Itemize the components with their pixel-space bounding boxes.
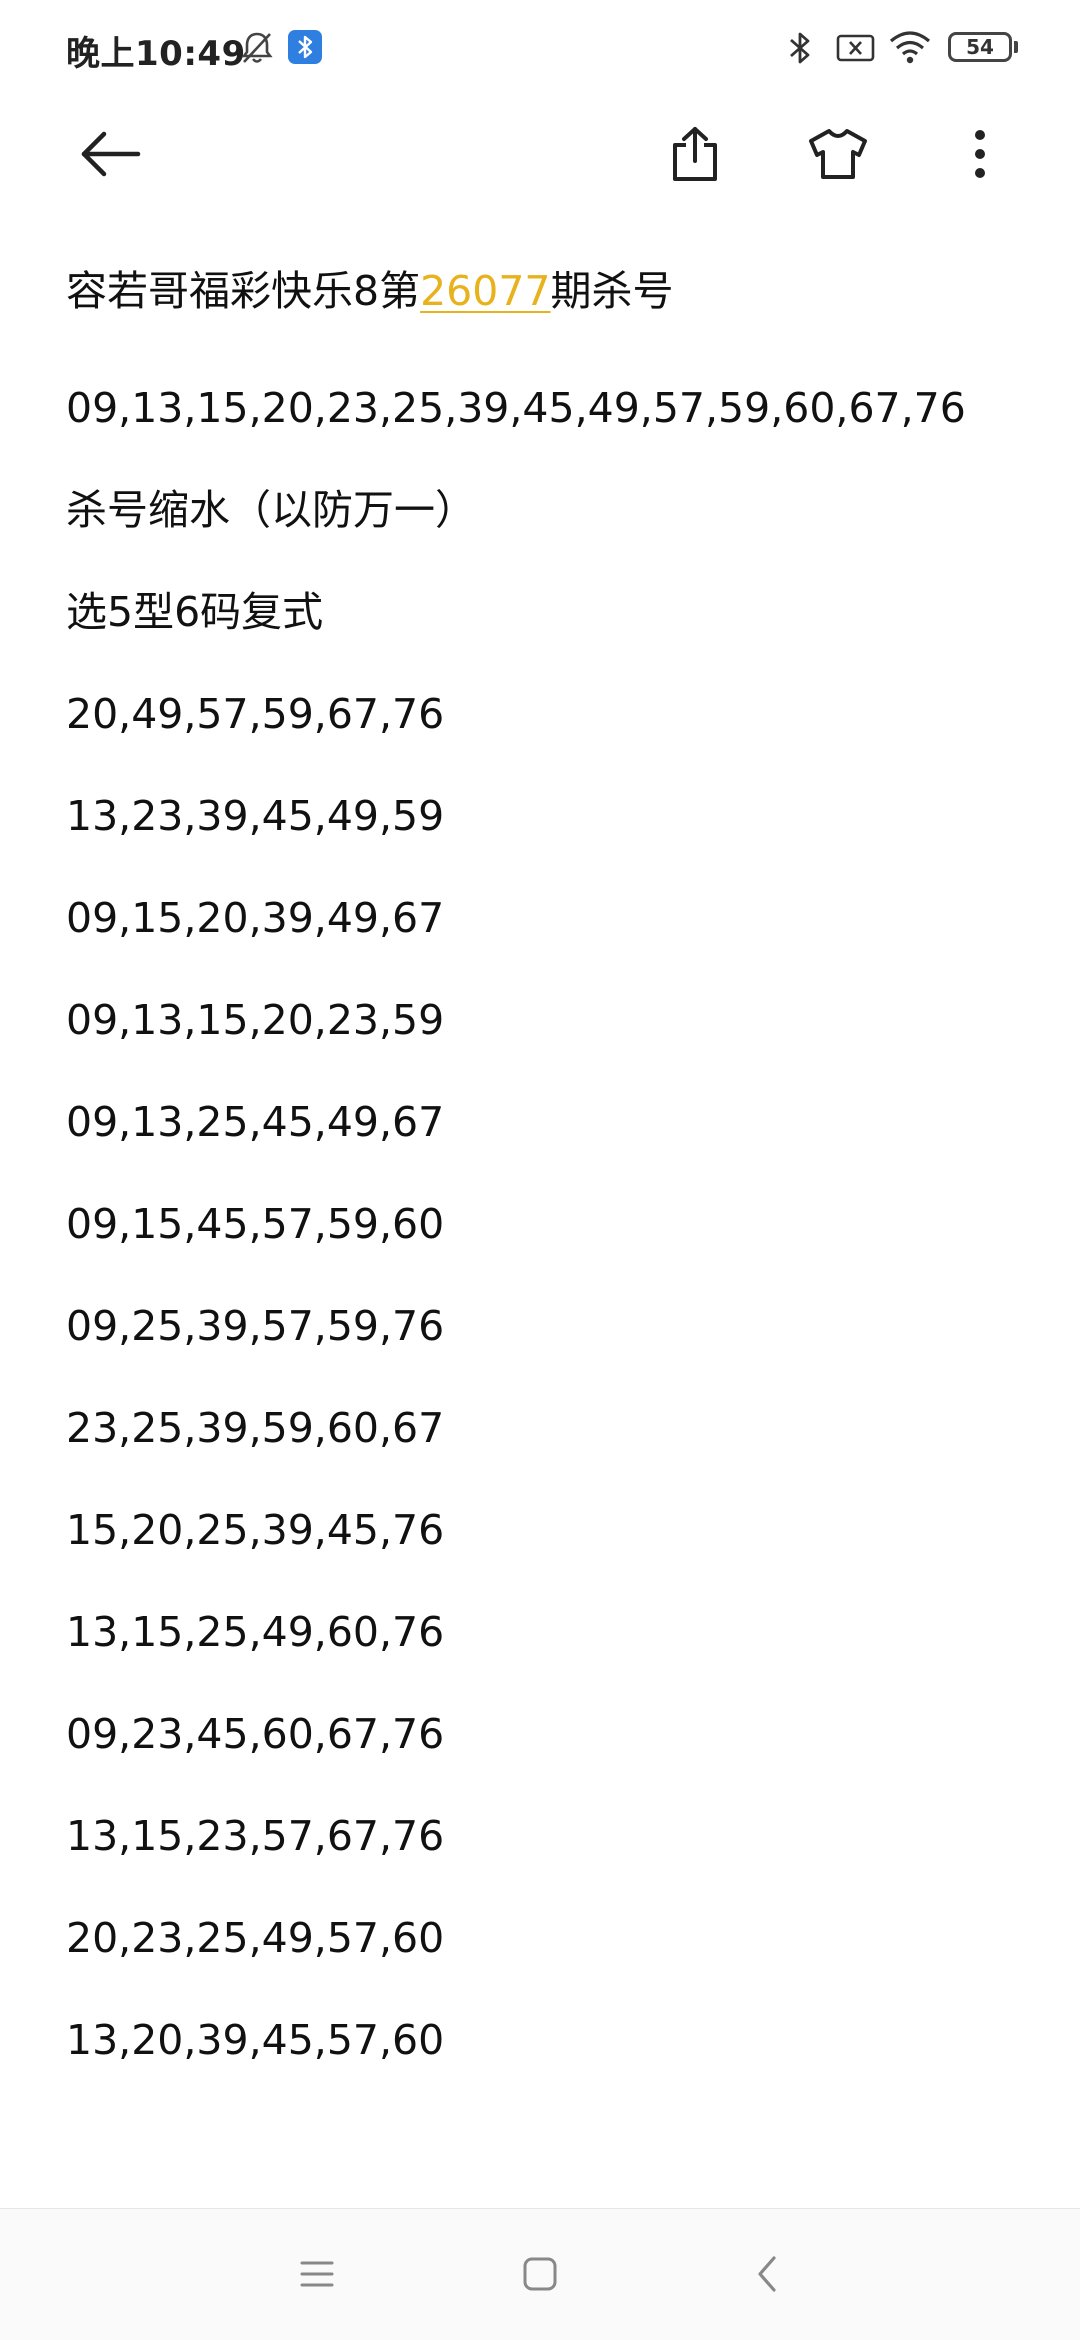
theme-button[interactable] bbox=[798, 120, 878, 192]
note-line: 09,13,15,20,23,59 bbox=[66, 996, 445, 1044]
note-line: 09,23,45,60,67,76 bbox=[66, 1710, 445, 1758]
note-content[interactable]: 容若哥福彩快乐8第26077期杀号 09,13,15,20,23,25,39,4… bbox=[66, 255, 1026, 2091]
system-back-button[interactable] bbox=[727, 2236, 807, 2316]
tshirt-icon bbox=[807, 127, 869, 185]
note-line: 13,15,23,57,67,76 bbox=[66, 1812, 445, 1860]
bluetooth-icon bbox=[786, 28, 814, 72]
status-time: 晚上10:49 bbox=[66, 34, 246, 74]
battery-nub bbox=[1014, 41, 1018, 53]
battery-icon: 54 bbox=[948, 32, 1012, 62]
sim-card-icon bbox=[836, 33, 876, 67]
note-line: 杀号缩水（以防万一） bbox=[66, 486, 476, 534]
more-options-button[interactable] bbox=[940, 120, 1020, 192]
bluetooth-badge-icon bbox=[288, 30, 322, 64]
note-line: 20,23,25,49,57,60 bbox=[66, 1914, 445, 1962]
note-line: 15,20,25,39,45,76 bbox=[66, 1506, 445, 1554]
wifi-icon bbox=[888, 30, 932, 68]
note-line: 09,25,39,57,59,76 bbox=[66, 1302, 445, 1350]
note-line: 13,15,25,49,60,76 bbox=[66, 1608, 445, 1656]
note-title-suffix: 期杀号 bbox=[550, 267, 674, 315]
home-button[interactable] bbox=[500, 2236, 580, 2316]
note-line: 09,13,25,45,49,67 bbox=[66, 1098, 445, 1146]
note-title: 容若哥福彩快乐8第26077期杀号 bbox=[66, 255, 1026, 357]
back-arrow-icon bbox=[78, 130, 142, 182]
more-vertical-icon bbox=[972, 128, 988, 184]
note-line: 09,13,15,20,23,25,39,45,49,57,59,60,67,7… bbox=[66, 384, 966, 432]
bell-off-icon bbox=[240, 30, 274, 70]
share-button[interactable] bbox=[655, 120, 735, 192]
share-icon bbox=[669, 125, 721, 187]
recent-apps-button[interactable] bbox=[277, 2236, 357, 2316]
back-chevron-icon bbox=[755, 2254, 779, 2298]
note-line: 23,25,39,59,60,67 bbox=[66, 1404, 445, 1452]
note-line: 09,15,45,57,59,60 bbox=[66, 1200, 445, 1248]
note-line: 09,15,20,39,49,67 bbox=[66, 894, 445, 942]
note-line: 20,49,57,59,67,76 bbox=[66, 690, 445, 738]
note-title-issue-link[interactable]: 26077 bbox=[420, 267, 550, 315]
home-square-icon bbox=[522, 2256, 558, 2296]
note-line: 选5型6码复式 bbox=[66, 588, 324, 636]
note-line: 13,20,39,45,57,60 bbox=[66, 2016, 445, 2064]
note-title-prefix: 容若哥福彩快乐8第 bbox=[66, 267, 421, 315]
menu-icon bbox=[299, 2258, 335, 2294]
back-button[interactable] bbox=[70, 120, 150, 192]
status-bar: 晚上10:49 54 bbox=[0, 0, 1080, 100]
note-line: 13,23,39,45,49,59 bbox=[66, 792, 445, 840]
